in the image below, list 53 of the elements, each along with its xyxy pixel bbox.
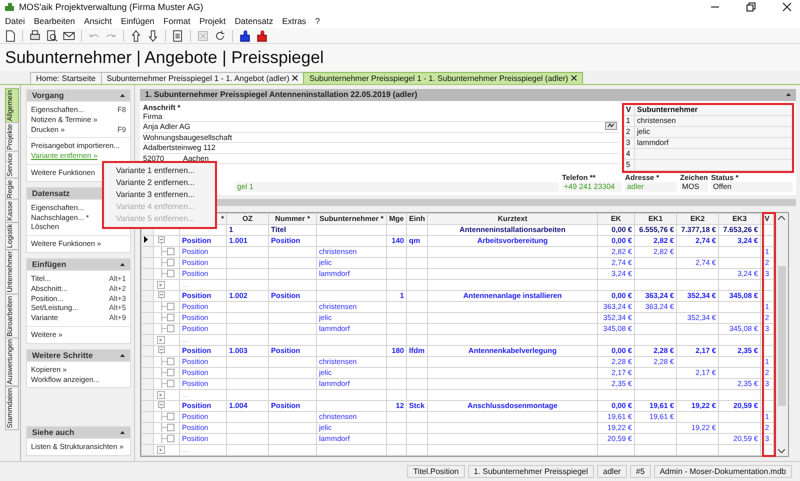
maximize-icon[interactable] — [746, 2, 756, 12]
puzzle-icon[interactable] — [238, 28, 252, 43]
tab[interactable]: Home: Startseite — [30, 72, 102, 84]
page-title: Subunternehmer | Angebote | Preisspiegel — [5, 48, 324, 68]
menu-item[interactable]: Datensatz — [234, 16, 274, 26]
down-arrow-icon[interactable] — [146, 28, 160, 43]
up-arrow-icon[interactable] — [129, 28, 143, 43]
page-icon[interactable] — [171, 28, 185, 43]
document-icon[interactable] — [3, 28, 17, 43]
collapse-icon[interactable] — [120, 431, 125, 434]
status-panel: Titel.Position — [407, 464, 465, 478]
menu-item[interactable]: Datei — [5, 16, 25, 26]
expand-icon[interactable] — [157, 446, 165, 454]
menu-item[interactable]: Variante 1 entfernen... — [104, 165, 215, 177]
printer-icon[interactable] — [28, 28, 42, 43]
scroll-down-icon[interactable] — [778, 448, 786, 453]
tab[interactable]: Subunternehmer Preisspiegel 1 - 1. Angebot (adler) — [100, 72, 304, 84]
collapse-icon[interactable] — [786, 93, 791, 96]
app-icon — [4, 1, 15, 12]
section-header[interactable]: Weitere Schritte — [27, 350, 130, 361]
magnifier-icon[interactable] — [45, 28, 59, 43]
section-header[interactable]: Vorgang — [27, 90, 130, 101]
menu-item[interactable]: ? — [315, 16, 320, 26]
close-icon[interactable] — [571, 75, 578, 82]
menu-item[interactable]: Einfügen — [120, 16, 154, 26]
tab[interactable]: Subunternehmer Preisspiegel 1 - 1. Subunternehmer Preisspiegel (adler) — [303, 72, 584, 84]
menu-item[interactable]: Projekt — [199, 16, 226, 26]
menu-item[interactable]: Variante 2 entfernen... — [104, 177, 215, 189]
scroll-up-icon[interactable] — [778, 216, 786, 220]
menu-item[interactable]: Bearbeiten — [34, 16, 75, 26]
status-panel: 1. Subunternehmer Preisspiegel — [468, 464, 594, 478]
status-panel: adler — [597, 464, 627, 478]
puzzle-icon[interactable] — [255, 28, 269, 43]
refresh-icon[interactable] — [213, 28, 227, 43]
expand-icon[interactable] — [157, 280, 165, 289]
menu-item[interactable]: Extras — [282, 16, 306, 26]
section-header: 1. Subunternehmer Preisspiegel Antenneninstallation 22.05.2019 (adler) — [140, 88, 796, 101]
menu-item[interactable]: Format — [163, 16, 190, 26]
status-panel: Admin - Moser-Dokumentation.mdb — [654, 464, 792, 478]
expand-icon[interactable] — [157, 336, 165, 344]
edit-icon[interactable] — [605, 122, 617, 130]
close-icon[interactable] — [782, 2, 792, 12]
status-panel: #5 — [630, 464, 651, 478]
row-header[interactable] — [142, 235, 154, 246]
collapse-icon[interactable] — [120, 94, 125, 97]
collapse-icon[interactable] — [120, 262, 125, 266]
menu-item[interactable]: Ansicht — [84, 16, 112, 26]
close-icon[interactable] — [292, 75, 298, 82]
expand-icon[interactable] — [157, 390, 165, 399]
window-title: MOS'aik Projektverwaltung (Firma Muster AG) — [19, 2, 204, 12]
collapse-icon[interactable] — [120, 354, 125, 357]
section-header[interactable]: Einfügen — [27, 258, 130, 270]
section-header[interactable]: Siehe auch — [27, 427, 130, 438]
